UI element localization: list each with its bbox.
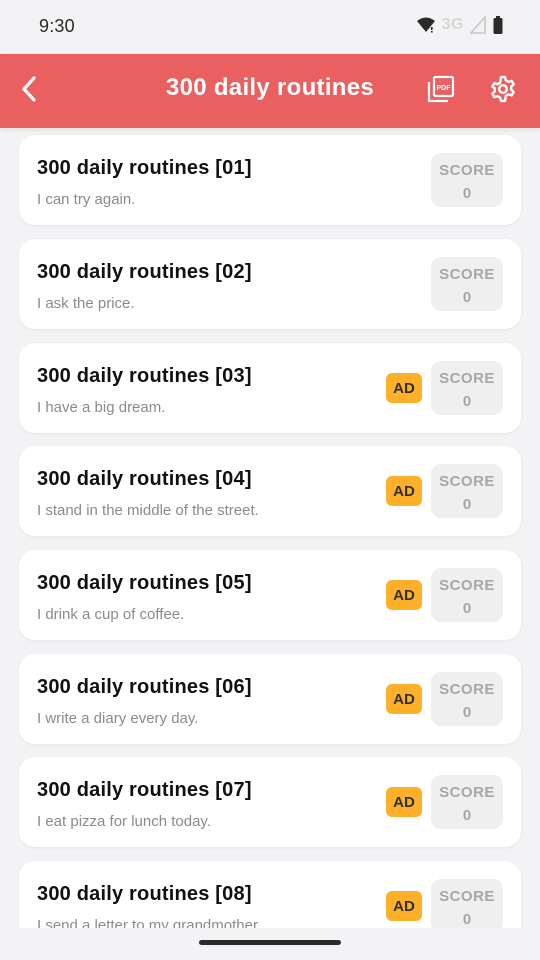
lesson-title: 300 daily routines [05] xyxy=(37,572,252,594)
lesson-title: 300 daily routines [06] xyxy=(37,676,252,698)
home-indicator[interactable] xyxy=(199,940,341,945)
score-box: SCORE 0 xyxy=(431,153,503,207)
lesson-subtitle: I eat pizza for lunch today. xyxy=(37,813,211,830)
score-label: SCORE xyxy=(439,266,495,283)
status-time: 9:30 xyxy=(39,16,75,36)
score-label: SCORE xyxy=(439,888,495,905)
lesson-title: 300 daily routines [02] xyxy=(37,261,252,283)
pdf-button[interactable]: PDF xyxy=(424,74,458,108)
lesson-subtitle: I send a letter to my grandmother. xyxy=(37,917,262,928)
score-value: 0 xyxy=(462,704,472,721)
lesson-card[interactable]: 300 daily routines [04] I stand in the m… xyxy=(19,446,521,536)
lesson-title: 300 daily routines [07] xyxy=(37,779,252,801)
ad-badge: AD xyxy=(386,787,422,817)
lesson-card[interactable]: 300 daily routines [06] I write a diary … xyxy=(19,654,521,744)
ad-badge: AD xyxy=(386,373,422,403)
score-label: SCORE xyxy=(439,473,495,490)
ad-badge: AD xyxy=(386,476,422,506)
lesson-card[interactable]: 300 daily routines [02] I ask the price.… xyxy=(19,239,521,329)
app-bar: 300 daily routines PDF xyxy=(0,54,540,128)
lesson-card[interactable]: 300 daily routines [08] I send a letter … xyxy=(19,861,521,928)
score-label: SCORE xyxy=(439,370,495,387)
score-label: SCORE xyxy=(439,577,495,594)
lesson-subtitle: I ask the price. xyxy=(37,295,135,312)
score-value: 0 xyxy=(462,600,472,617)
lesson-subtitle: I stand in the middle of the street. xyxy=(37,502,259,519)
lesson-card[interactable]: 300 daily routines [07] I eat pizza for … xyxy=(19,757,521,847)
score-box: SCORE 0 xyxy=(431,879,503,928)
lesson-card[interactable]: 300 daily routines [01] I can try again.… xyxy=(19,135,521,225)
lesson-card[interactable]: 300 daily routines [05] I drink a cup of… xyxy=(19,550,521,640)
status-indicators: 3G xyxy=(416,15,504,35)
lesson-list[interactable]: 300 daily routines [01] I can try again.… xyxy=(0,128,540,928)
lesson-subtitle: I can try again. xyxy=(37,191,136,208)
score-value: 0 xyxy=(462,393,472,410)
score-box: SCORE 0 xyxy=(431,464,503,518)
score-box: SCORE 0 xyxy=(431,775,503,829)
score-box: SCORE 0 xyxy=(431,672,503,726)
network-type: 3G xyxy=(441,16,464,33)
score-box: SCORE 0 xyxy=(431,568,503,622)
lesson-subtitle: I drink a cup of coffee. xyxy=(37,606,185,623)
ad-badge: AD xyxy=(386,580,422,610)
score-label: SCORE xyxy=(439,784,495,801)
score-label: SCORE xyxy=(439,162,495,179)
svg-text:PDF: PDF xyxy=(437,84,452,91)
ad-badge: AD xyxy=(386,891,422,921)
score-box: SCORE 0 xyxy=(431,257,503,311)
pdf-icon: PDF xyxy=(426,74,456,109)
score-value: 0 xyxy=(462,911,472,928)
lesson-title: 300 daily routines [08] xyxy=(37,883,252,905)
settings-button[interactable] xyxy=(486,74,520,108)
score-label: SCORE xyxy=(439,681,495,698)
score-value: 0 xyxy=(462,807,472,824)
gear-icon xyxy=(488,74,518,109)
ad-badge: AD xyxy=(386,684,422,714)
status-bar: 9:30 3G xyxy=(0,0,540,54)
lesson-subtitle: I have a big dream. xyxy=(37,399,166,416)
page-title: 300 daily routines xyxy=(165,74,375,101)
wifi-icon xyxy=(416,16,436,34)
lesson-card[interactable]: 300 daily routines [03] I have a big dre… xyxy=(19,343,521,433)
score-value: 0 xyxy=(462,496,472,513)
cell-signal-icon xyxy=(470,16,486,34)
lesson-subtitle: I write a diary every day. xyxy=(37,710,199,727)
lesson-title: 300 daily routines [03] xyxy=(37,365,252,387)
score-box: SCORE 0 xyxy=(431,361,503,415)
score-value: 0 xyxy=(462,185,472,202)
score-value: 0 xyxy=(462,289,472,306)
lesson-title: 300 daily routines [04] xyxy=(37,468,252,490)
battery-icon xyxy=(492,15,504,35)
lesson-title: 300 daily routines [01] xyxy=(37,157,252,179)
